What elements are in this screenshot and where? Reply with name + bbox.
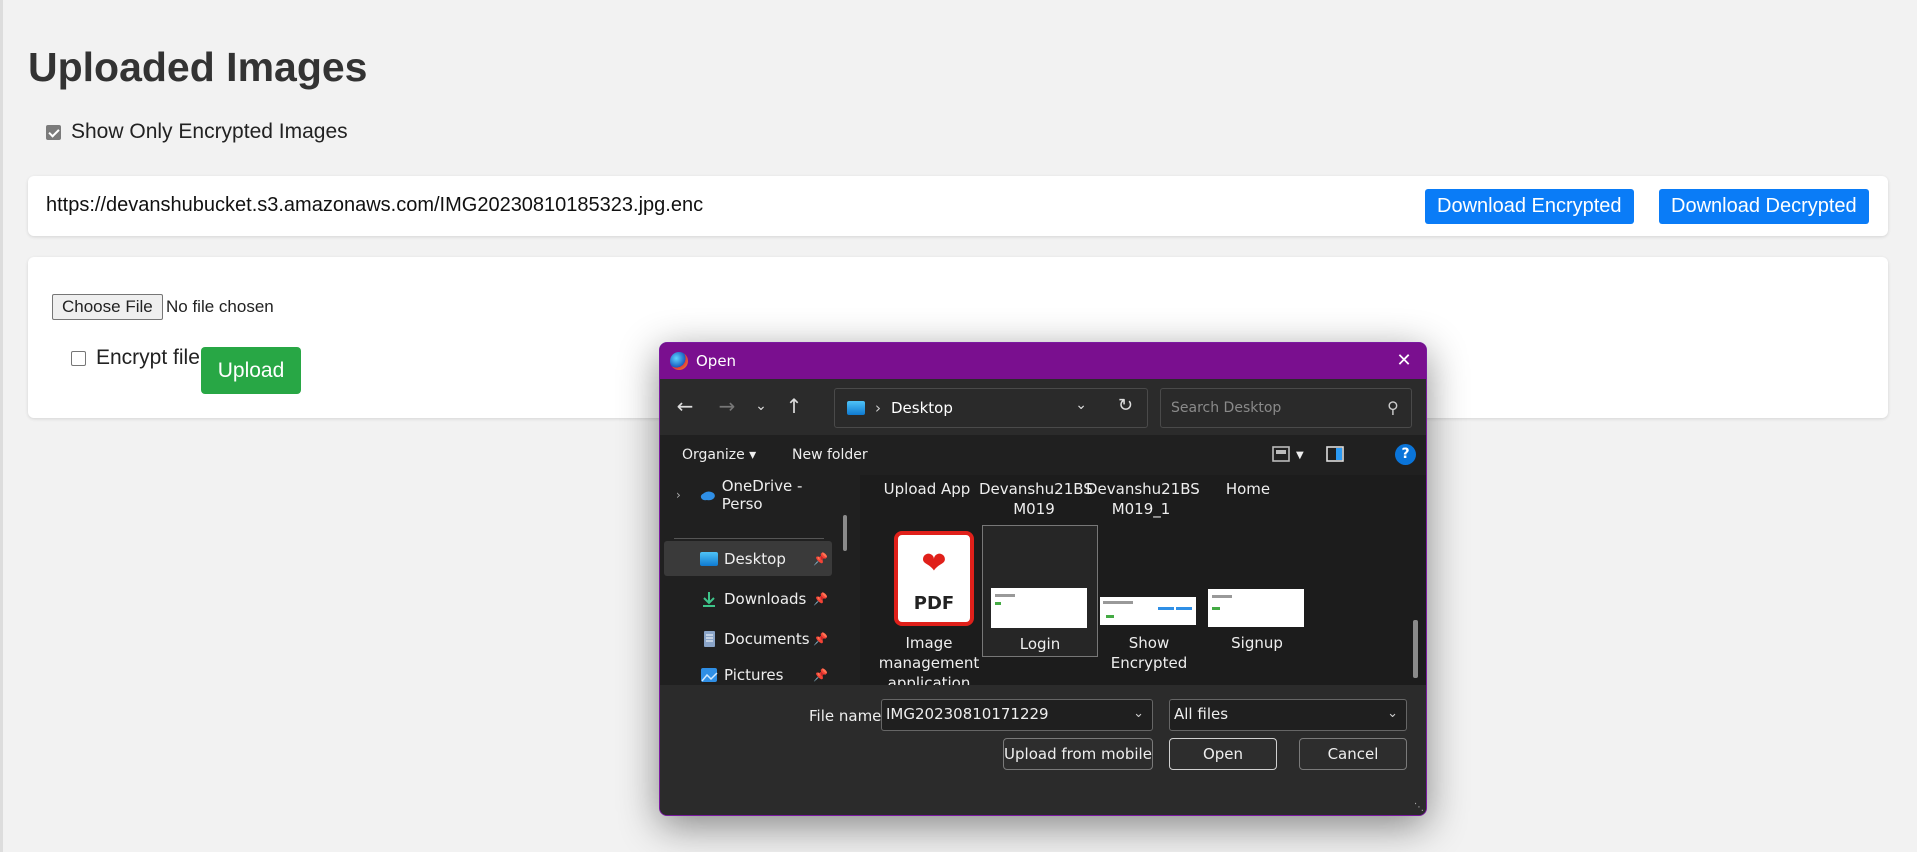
folder-label-devanshu-1[interactable]: Devanshu21BS M019_1 [1086,479,1200,519]
pin-icon: 📌 [813,551,828,566]
navigation-pane: › OneDrive - Perso Desktop 📌 Downloads 📌… [660,475,861,685]
choose-file-button[interactable]: Choose File [52,294,163,320]
organize-button[interactable]: Organize ▾ [682,447,756,463]
download-decrypted-button[interactable]: Download Decrypted [1659,189,1869,224]
file-name-chevron-icon[interactable]: ⌄ [1133,706,1144,721]
nav-item-label: OneDrive - Perso [721,476,803,513]
search-placeholder: Search Desktop [1171,400,1282,416]
recent-chevron-icon[interactable]: ⌄ [746,391,776,421]
pin-icon: 📌 [813,591,828,606]
folder-label-devanshu[interactable]: Devanshu21BS M019 [979,479,1093,519]
file-name-value: IMG20230810171229 [886,705,1049,723]
new-folder-button[interactable]: New folder [792,447,868,463]
cancel-button[interactable]: Cancel [1299,738,1407,770]
browser-icon [670,352,688,370]
file-name-label: File name: [809,707,887,725]
nav-item-label: Documents [724,629,810,648]
search-input[interactable]: Search Desktop ⚲ [1160,388,1412,428]
dialog-title: Open [696,352,737,370]
address-chevron-icon[interactable]: ⌄ [1075,397,1087,413]
search-icon[interactable]: ⚲ [1387,398,1399,417]
up-icon[interactable]: ↑ [779,391,809,421]
open-file-dialog: Open ✕ ← → ⌄ ↑ › Desktop ⌄ ↻ Search Desk… [659,342,1427,816]
nav-divider [674,538,824,539]
page-title: Uploaded Images [28,44,368,90]
login-thumbnail [991,588,1087,628]
documents-icon [704,630,715,647]
view-mode-icon[interactable] [1270,443,1292,465]
file-type-select[interactable]: All files ⌄ [1169,699,1407,731]
desktop-folder-icon [847,401,865,415]
image-row: https://devanshubucket.s3.amazonaws.com/… [28,176,1888,236]
pictures-icon [701,667,718,682]
desktop-folder-icon [700,551,718,566]
file-name: Show Encrypted [1110,634,1188,672]
breadcrumb-separator-icon: › [875,399,881,417]
download-encrypted-button[interactable]: Download Encrypted [1425,189,1634,224]
onedrive-icon [700,491,715,500]
file-item-login[interactable]: Login [982,525,1098,657]
file-item-show-encrypted[interactable]: Show Encrypted [1092,525,1208,672]
dialog-toolbar: ← → ⌄ ↑ › Desktop ⌄ ↻ Search Desktop ⚲ [660,379,1426,435]
encrypt-option[interactable]: Encrypt file [71,346,200,370]
encrypt-file-checkbox[interactable] [71,350,86,366]
nav-item-documents[interactable]: Documents 📌 [664,621,832,656]
dialog-titlebar[interactable]: Open ✕ [660,343,1426,379]
file-name-input[interactable]: IMG20230810171229 ⌄ [881,699,1153,731]
dialog-footer: File name: IMG20230810171229 ⌄ All files… [660,685,1426,815]
pdf-badge: PDF [913,593,955,614]
file-name: Image management application [878,634,980,685]
pdf-file-icon: ❤ PDF [894,531,974,626]
nav-scrollbar[interactable] [843,515,847,551]
nav-item-downloads[interactable]: Downloads 📌 [664,581,832,616]
nav-item-onedrive[interactable]: › OneDrive - Perso [664,476,832,513]
nav-item-label: Downloads [724,589,807,608]
file-item-pdf[interactable]: ❤ PDF Image management application [870,525,986,685]
command-bar: Organize ▾ New folder ▼ ? [660,435,1426,475]
encrypted-filter[interactable]: Show Only Encrypted Images [46,120,348,144]
back-icon[interactable]: ← [670,391,700,421]
acrobat-icon: ❤ [921,546,947,581]
nav-item-label: Pictures [724,665,784,684]
file-name: Login [1019,635,1061,653]
forward-icon[interactable]: → [712,391,742,421]
address-bar[interactable]: › Desktop ⌄ ↻ [834,388,1148,428]
open-button[interactable]: Open [1169,738,1277,770]
upload-from-mobile-button[interactable]: Upload from mobile [1003,738,1153,770]
view-chevron-icon[interactable]: ▼ [1296,450,1304,461]
pin-icon: 📌 [813,667,828,682]
file-type-value: All files [1174,705,1229,723]
file-list-scrollbar[interactable] [1413,620,1418,678]
preview-pane-icon[interactable] [1324,443,1346,465]
file-list: Upload App Devanshu21BS M019 Devanshu21B… [860,475,1426,685]
file-type-chevron-icon[interactable]: ⌄ [1387,706,1398,721]
refresh-icon[interactable]: ↻ [1118,395,1133,416]
upload-button[interactable]: Upload [201,347,301,394]
pin-icon: 📌 [813,631,828,646]
no-file-label: No file chosen [166,297,274,316]
expand-chevron-icon[interactable]: › [676,488,681,502]
signup-thumbnail [1208,589,1304,627]
nav-item-desktop[interactable]: Desktop 📌 [664,541,832,576]
file-name: Signup [1231,634,1283,652]
file-item-signup[interactable]: Signup [1200,525,1316,657]
download-icon [703,591,715,607]
encrypted-filter-checkbox[interactable] [46,124,61,140]
folder-label-home[interactable]: Home [1193,479,1303,499]
resize-grip-icon[interactable]: ⋱ [1414,802,1424,813]
nav-item-label: Desktop [724,549,786,568]
encrypt-file-label: Encrypt file [96,346,200,369]
breadcrumb-desktop[interactable]: Desktop [891,399,953,417]
show-encrypted-thumbnail [1100,597,1196,625]
close-icon[interactable]: ✕ [1392,349,1416,373]
image-url: https://devanshubucket.s3.amazonaws.com/… [46,194,704,216]
folder-label-upload-app[interactable]: Upload App [872,479,982,499]
nav-item-pictures[interactable]: Pictures 📌 [664,657,832,685]
encrypted-filter-label: Show Only Encrypted Images [71,120,348,143]
help-icon[interactable]: ? [1395,444,1416,465]
